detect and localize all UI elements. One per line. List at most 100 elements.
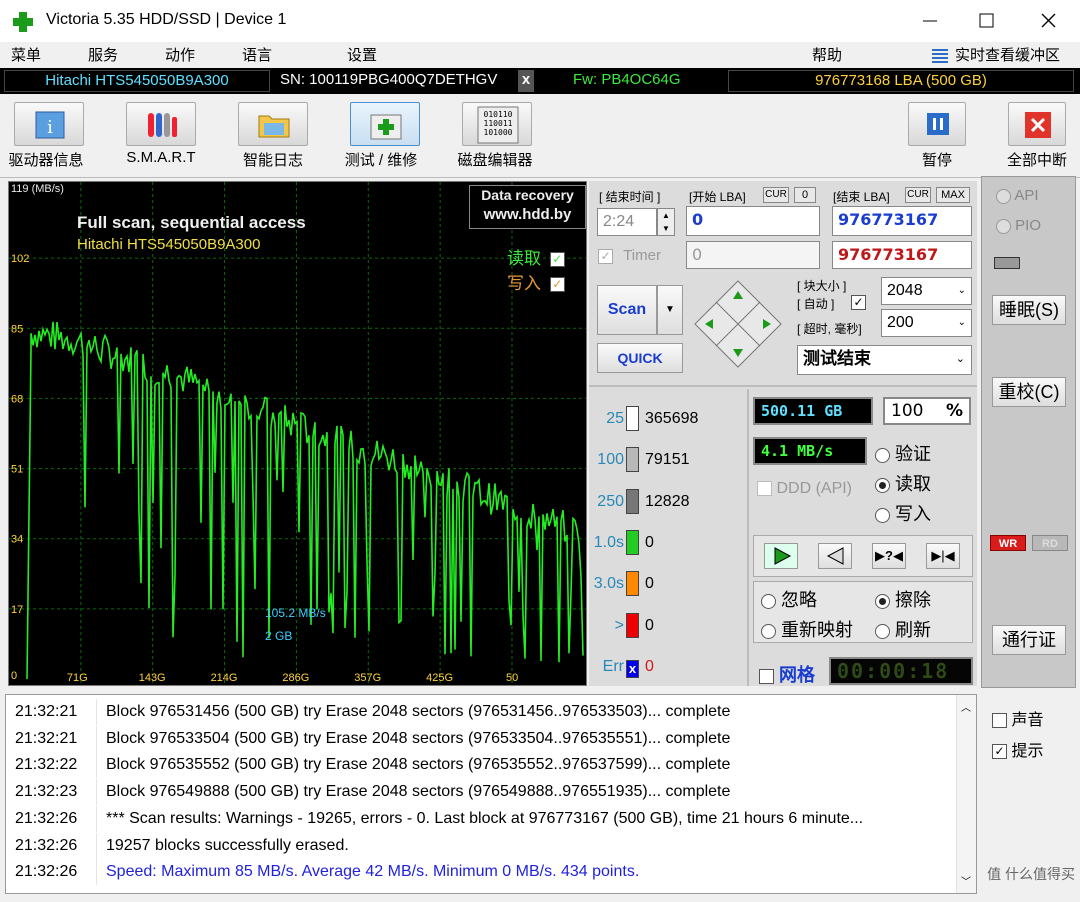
minimize-button[interactable] (910, 8, 950, 34)
close-window-button[interactable] (1026, 8, 1070, 34)
menu-item-action[interactable]: 动作 (165, 44, 195, 65)
refresh-radio[interactable]: 刷新 (875, 616, 931, 642)
y-tick-label: 0 (11, 670, 17, 682)
quick-button[interactable]: QUICK (597, 343, 683, 373)
sleep-label: 睡眠(S) (999, 300, 1059, 320)
block-size-select[interactable]: 2048 ⌄ (881, 277, 972, 305)
back-button[interactable] (818, 543, 852, 569)
ignore-radio[interactable]: 忽略 (761, 586, 817, 612)
end-cur-button[interactable]: CUR (905, 187, 931, 203)
maximize-button[interactable] (966, 8, 1006, 34)
start-cur-button[interactable]: CUR (763, 187, 789, 203)
read-radio[interactable]: 读取 (875, 470, 931, 496)
log-row: 21:32:21 Block 976531456 (500 GB) try Era… (6, 699, 954, 725)
pio-radio[interactable]: PIO (996, 217, 1041, 234)
svg-text:i: i (47, 117, 53, 138)
time-spinner[interactable]: ▲ ▼ (657, 208, 675, 236)
log-message: Block 976531456 (500 GB) try Erase 2048 … (106, 703, 731, 720)
menu-item-language[interactable]: 语言 (242, 44, 272, 65)
playback-controls: ▶?◀ ▶|◀ (753, 535, 973, 577)
smart-button[interactable] (126, 102, 196, 146)
remap-radio[interactable]: 重新映射 (761, 616, 853, 642)
read-legend-checkbox[interactable]: ✓ (549, 252, 565, 268)
y-tick-label: 17 (11, 604, 23, 616)
test-repair-icon (369, 109, 403, 141)
sound-checkbox[interactable]: 声音 (992, 706, 1043, 730)
status-select[interactable]: 测试结束 ⌄ (797, 345, 972, 375)
grid-checkbox[interactable]: 网格 (759, 661, 815, 687)
log-row: 21:32:22 Block 976535552 (500 GB) try Era… (6, 752, 954, 779)
stat-color-box (626, 406, 639, 431)
scan-button[interactable]: Scan (597, 285, 657, 335)
ddd-api-checkbox[interactable]: DDD (API) (757, 480, 852, 498)
direction-pad[interactable] (693, 279, 783, 369)
elapsed-timer: 00:00:18 (829, 657, 973, 685)
stat-value: 0 (645, 575, 654, 593)
vertical-divider (747, 389, 749, 686)
start-lba-field[interactable]: 0 (686, 206, 820, 236)
menu-item-settings[interactable]: 设置 (347, 44, 377, 65)
hint-checkbox[interactable]: ✓ 提示 (992, 737, 1043, 761)
log-separator (96, 805, 97, 832)
play-button[interactable] (764, 543, 798, 569)
block-size-value: 2048 (887, 282, 923, 299)
scroll-up-icon[interactable]: ︿ (961, 699, 971, 714)
log-message: Block 976549888 (500 GB) try Erase 2048 … (106, 783, 731, 801)
skip-button[interactable]: ▶?◀ (872, 543, 906, 569)
end-time-field[interactable]: 2:24 (597, 208, 657, 236)
end-lba-field[interactable]: 976773167 (832, 206, 972, 236)
auto-checkbox[interactable]: ✓ (851, 293, 866, 310)
elapsed-value: 00:00:18 (837, 659, 950, 683)
folder-icon (257, 110, 291, 140)
timer-field[interactable]: 0 (686, 241, 820, 269)
timer-checkbox[interactable]: ✓ Timer (598, 247, 661, 264)
stop-icon (1025, 112, 1051, 138)
log-message: *** Scan results: Warnings - 19265, erro… (106, 809, 864, 827)
drive-info-button[interactable]: i (14, 102, 84, 146)
passport-button[interactable]: 通行证 (992, 625, 1066, 655)
sleep-button[interactable]: 睡眠(S) (992, 295, 1066, 325)
write-legend-checkbox[interactable]: ✓ (549, 277, 565, 293)
device-close-button[interactable]: x (518, 70, 534, 92)
pause-button[interactable] (908, 102, 966, 146)
api-radio[interactable]: API (996, 187, 1039, 204)
scan-dropdown-button[interactable]: ▼ (657, 285, 683, 335)
graph-title: Full scan, sequential access (77, 213, 306, 232)
start-zero-button[interactable]: 0 (794, 187, 816, 203)
auto-label: [ 自动 ] (797, 297, 835, 311)
x-tick-label: 357G (354, 672, 381, 684)
smart-label: S.M.A.R.T (126, 149, 196, 166)
stat-label: 100 (597, 451, 624, 469)
x-tick-label: 286G (282, 672, 309, 684)
disk-editor-button[interactable]: 010110 110011 101000 (462, 102, 532, 146)
write-radio[interactable]: 写入 (875, 500, 931, 526)
erase-radio[interactable]: 擦除 (875, 586, 931, 612)
stat-color-box (626, 571, 639, 597)
smart-log-button[interactable] (238, 102, 308, 146)
log-message: Speed: Maximum 85 MB/s. Average 42 MB/s.… (106, 863, 640, 881)
indicator-led (994, 257, 1020, 269)
abort-all-label: 全部中断 (1006, 152, 1067, 169)
menu-item-help[interactable]: 帮助 (812, 44, 842, 65)
timeout-label: [ 超时, 毫秒] (797, 322, 862, 336)
stat-value: 12828 (645, 492, 690, 510)
end-max-button[interactable]: MAX (936, 187, 970, 203)
stat-color-box (626, 529, 639, 555)
log-time: 21:32:26 (15, 809, 78, 827)
menu-item-menu[interactable]: 菜单 (11, 44, 41, 65)
timeout-select[interactable]: 200 ⌄ (881, 309, 972, 337)
cursor-position: 2 GB (265, 629, 293, 643)
verify-radio[interactable]: 验证 (875, 440, 931, 466)
abort-all-button[interactable] (1008, 102, 1066, 146)
start-lba-label: [开始 LBA] (689, 190, 746, 204)
window-title: Victoria 5.35 HDD/SSD | Device 1 (46, 11, 287, 28)
stat-value: 0 (645, 657, 654, 675)
end-button[interactable]: ▶|◀ (926, 543, 960, 569)
menu-item-service[interactable]: 服务 (88, 44, 118, 65)
device-model[interactable]: Hitachi HTS545050B9A300 (4, 70, 270, 92)
buffer-view-menu[interactable]: 实时查看缓冲区 (955, 44, 1060, 65)
toolbar: i 驱动器信息 S.M.A.R.T 智能日志 测试 / 维修 010110 110… (0, 94, 1080, 178)
recalibrate-button[interactable]: 重校(C) (992, 377, 1066, 407)
test-repair-button[interactable] (350, 102, 420, 146)
end-lba-field-2[interactable]: 976773167 (832, 241, 972, 269)
